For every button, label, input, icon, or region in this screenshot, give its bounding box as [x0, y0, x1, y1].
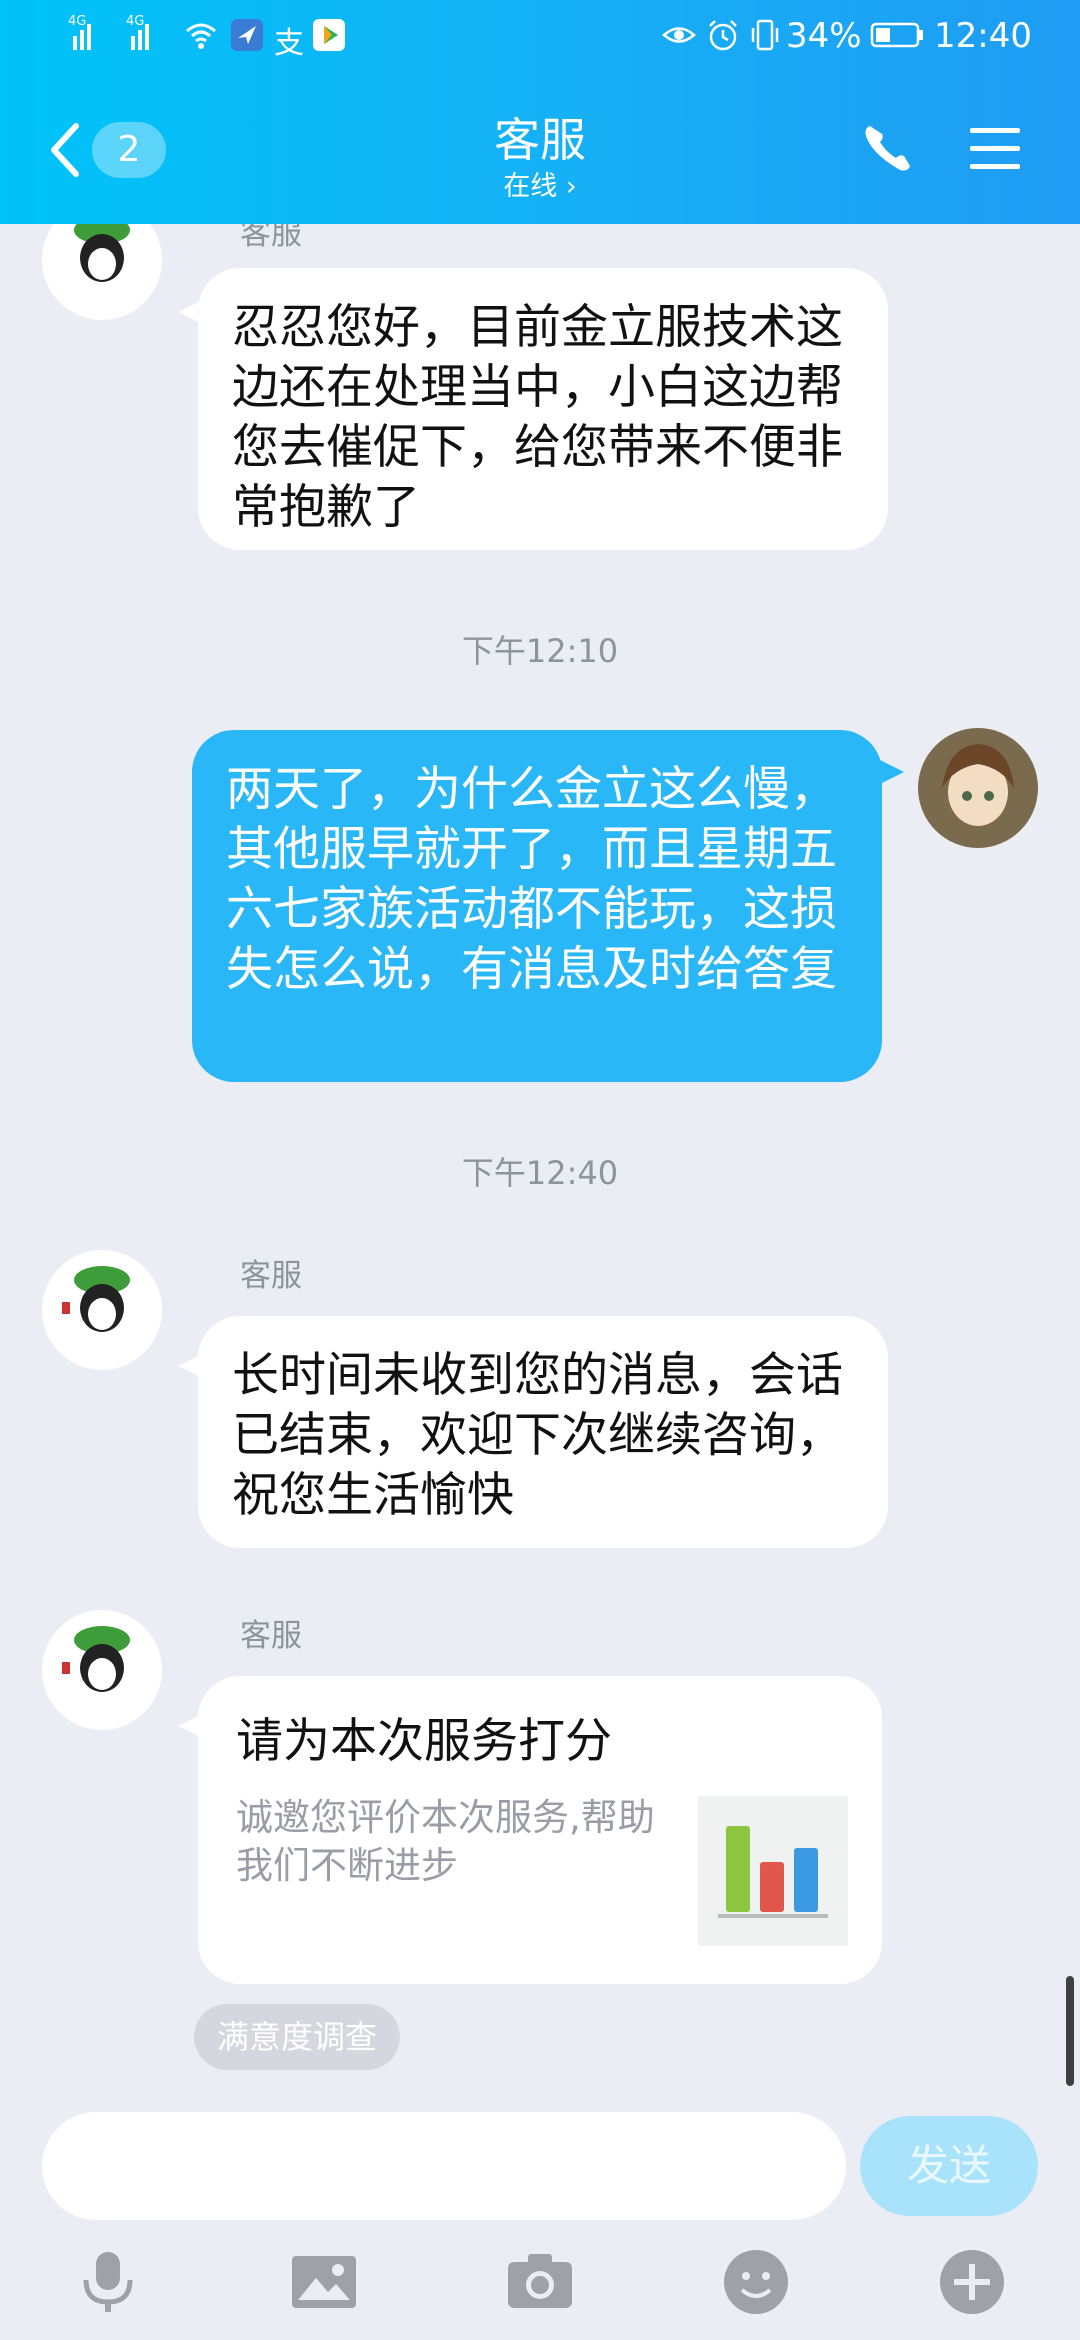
sender-name: 客服: [240, 1618, 302, 1654]
messenger-icon: [231, 19, 263, 51]
card-title: 请为本次服务打分: [236, 1714, 612, 1769]
sender-name: 客服: [240, 1258, 302, 1294]
phone-icon[interactable]: [860, 120, 916, 176]
timestamp: 下午12:40: [461, 1154, 619, 1192]
video-app-icon: [313, 19, 345, 51]
status-bar: 4G 4G 支 34% 12:40: [0, 0, 1080, 72]
timestamp: 下午12:10: [461, 632, 619, 670]
message-input[interactable]: [42, 2112, 846, 2220]
battery-icon: [870, 22, 923, 48]
vibrate-icon: [751, 19, 779, 51]
clock: 12:40: [934, 16, 1032, 56]
agent-avatar[interactable]: [42, 224, 162, 320]
rating-card[interactable]: 请为本次服务打分 诚邀您评价本次服务,帮助我们不断进步: [198, 1676, 882, 1984]
outgoing-message[interactable]: 两天了，为什么金立这么慢，其他服早就开了，而且星期五六七家族活动都不能玩，这损失…: [192, 730, 882, 1082]
header: 4G 4G 支 34% 12:40 2 客服 在线 ›: [0, 0, 1080, 224]
scrollbar[interactable]: [1066, 1976, 1074, 2086]
signal-icon: 4G: [68, 14, 98, 50]
menu-icon[interactable]: [968, 124, 1022, 174]
survey-tag[interactable]: 满意度调查: [194, 2004, 400, 2070]
plus-icon[interactable]: [936, 2246, 1008, 2318]
bubble-tail: [880, 760, 904, 784]
online-status[interactable]: 在线 ›: [0, 164, 1080, 203]
chart-thumbnail-icon: [698, 1796, 848, 1946]
camera-icon[interactable]: [504, 2246, 576, 2318]
signal-icon: 4G: [126, 14, 156, 50]
alarm-icon: [709, 20, 737, 51]
sender-name: 客服: [240, 224, 302, 252]
microphone-icon[interactable]: [72, 2246, 144, 2318]
emoji-icon[interactable]: [720, 2246, 792, 2318]
send-button[interactable]: 发送: [860, 2116, 1038, 2216]
incoming-message[interactable]: 长时间未收到您的消息，会话已结束，欢迎下次继续咨询，祝您生活愉快: [198, 1316, 888, 1548]
chat-title: 客服: [494, 113, 586, 167]
input-bar: 发送: [0, 2100, 1080, 2340]
wifi-icon: [186, 23, 216, 49]
alipay-icon: 支: [274, 26, 304, 61]
agent-avatar[interactable]: [42, 1610, 162, 1730]
agent-avatar[interactable]: [42, 1250, 162, 1370]
image-icon[interactable]: [288, 2246, 360, 2318]
chat-area[interactable]: 客服 忍忍您好，目前金立服技术这边还在处理当中，小白这边帮您去催促下，给您带来不…: [0, 224, 1080, 2100]
incoming-message[interactable]: 忍忍您好，目前金立服技术这边还在处理当中，小白这边帮您去催促下，给您带来不便非常…: [198, 268, 888, 550]
user-avatar[interactable]: [918, 728, 1038, 848]
card-description: 诚邀您评价本次服务,帮助我们不断进步: [236, 1796, 655, 1887]
battery-percentage: 34%: [786, 16, 862, 56]
eye-icon: [662, 27, 696, 43]
